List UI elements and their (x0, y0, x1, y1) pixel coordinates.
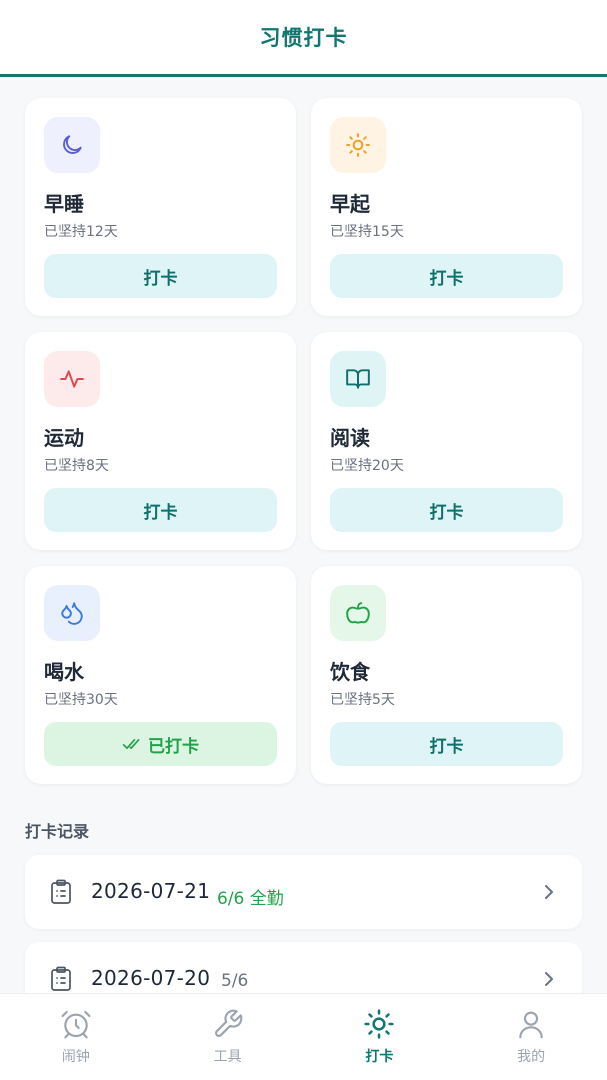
record-row-0[interactable]: 2026-07-21 6/6 全勤 (25, 855, 582, 929)
habit-card-diet: 饮食 已坚持5天 打卡 (311, 566, 582, 784)
checkin-button-diet[interactable]: 打卡 (330, 722, 563, 766)
book-icon (330, 351, 386, 407)
apple-icon (330, 585, 386, 641)
tab-label: 打卡 (365, 1049, 394, 1065)
chevron-right-icon (545, 885, 553, 899)
sun-icon (330, 117, 386, 173)
page-title: 习惯打卡 (259, 26, 348, 50)
records-section-title: 打卡记录 (25, 822, 90, 841)
checked-in-button-water[interactable]: 已打卡 (44, 722, 277, 766)
habit-card-water: 喝水 已坚持30天 已打卡 (25, 566, 296, 784)
record-date: 2026-07-20 (91, 966, 211, 990)
habit-name: 阅读 (330, 426, 370, 450)
checkin-button-label: 打卡 (429, 502, 464, 523)
tab-label: 我的 (517, 1049, 546, 1065)
sun-icon (364, 1009, 394, 1039)
habit-name: 早起 (330, 192, 370, 216)
habit-name: 饮食 (330, 660, 370, 684)
checkin-button-sleep[interactable]: 打卡 (44, 254, 277, 298)
tab-profile[interactable]: 我的 (455, 994, 607, 1080)
habit-card-reading: 阅读 已坚持20天 打卡 (311, 332, 582, 550)
habit-card-wake: 早起 已坚持15天 打卡 (311, 98, 582, 316)
record-status: 6/6 全勤 (217, 889, 284, 909)
app-header: 习惯打卡 (0, 0, 607, 77)
habit-streak: 已坚持8天 (44, 458, 109, 474)
tab-label: 闹钟 (61, 1049, 90, 1065)
tab-label: 工具 (213, 1049, 242, 1065)
habit-name: 早睡 (44, 192, 84, 216)
checkin-button-wake[interactable]: 打卡 (330, 254, 563, 298)
habit-card-exercise: 运动 已坚持8天 打卡 (25, 332, 296, 550)
record-status: 5/6 (221, 971, 249, 991)
checkin-button-label: 打卡 (429, 736, 464, 757)
habit-card-sleep: 早睡 已坚持12天 打卡 (25, 98, 296, 316)
alarm-clock-icon (61, 1010, 91, 1039)
habit-name: 喝水 (44, 660, 84, 684)
user-icon (519, 1011, 543, 1039)
clipboard-list-icon (51, 966, 71, 991)
habit-streak: 已坚持30天 (44, 692, 118, 708)
checkin-button-label: 打卡 (143, 502, 178, 523)
tab-alarm[interactable]: 闹钟 (0, 994, 152, 1080)
tab-checkin[interactable]: 打卡 (304, 994, 456, 1080)
habit-grid: 早睡 已坚持12天 打卡 早起 已坚持15天 打卡 运动 已坚持8天 打卡 阅读… (25, 98, 582, 784)
bottom-tab-bar: 闹钟 工具 打卡 我的 (0, 993, 607, 1080)
habit-streak: 已坚持12天 (44, 224, 118, 240)
chevron-right-icon (545, 972, 553, 986)
habit-streak: 已坚持5天 (330, 692, 395, 708)
checkin-button-label: 打卡 (429, 268, 464, 289)
droplets-icon (44, 585, 100, 641)
checkin-button-label: 打卡 (143, 268, 178, 289)
moon-icon (44, 117, 100, 173)
habit-streak: 已坚持20天 (330, 458, 404, 474)
checkin-button-reading[interactable]: 打卡 (330, 488, 563, 532)
record-date: 2026-07-21 (91, 879, 211, 903)
clipboard-list-icon (51, 879, 71, 904)
checkin-button-label: 已打卡 (148, 736, 199, 757)
habit-streak: 已坚持15天 (330, 224, 404, 240)
tab-tools[interactable]: 工具 (152, 994, 304, 1080)
wrench-icon (214, 1009, 242, 1037)
activity-icon (44, 351, 100, 407)
checkin-button-exercise[interactable]: 打卡 (44, 488, 277, 532)
habit-name: 运动 (44, 426, 84, 450)
check-check-icon (122, 739, 140, 749)
